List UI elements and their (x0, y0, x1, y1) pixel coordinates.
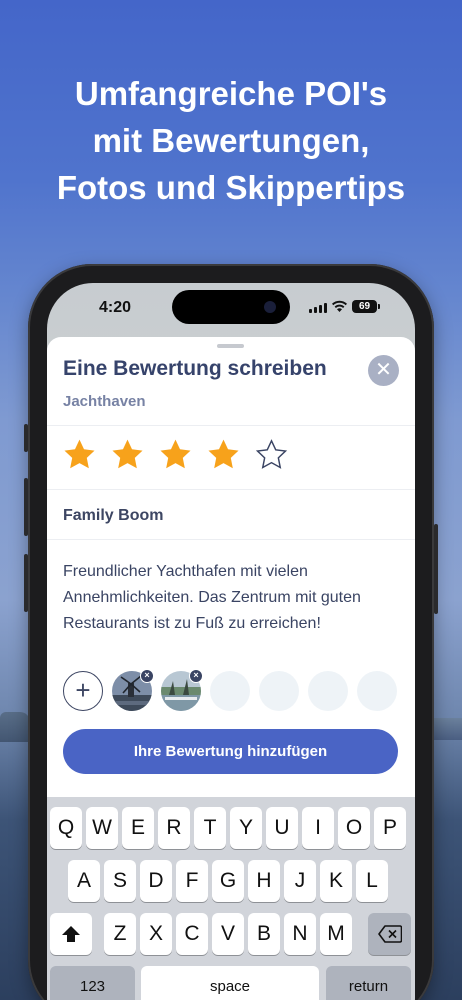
key-u[interactable]: U (266, 807, 298, 849)
star-1-icon[interactable] (62, 437, 97, 472)
volume-up-button (24, 478, 28, 536)
key-n[interactable]: N (284, 913, 316, 955)
return-key[interactable]: return (326, 966, 411, 1000)
star-5-outline-icon[interactable] (254, 437, 289, 472)
keyboard-row-3: Z X C V B N M (47, 913, 415, 955)
key-f[interactable]: F (176, 860, 208, 902)
key-m[interactable]: M (320, 913, 352, 955)
key-x[interactable]: X (140, 913, 172, 955)
headline: Umfangreiche POI's mit Bewertungen, Foto… (0, 70, 462, 211)
power-button (434, 524, 438, 614)
star-4-icon[interactable] (206, 437, 241, 472)
review-sheet: Eine Bewertung schreiben Jachthaven ✕ Fa… (47, 337, 415, 797)
keyboard-row-4: 123 space return (47, 966, 415, 1000)
keyboard-row-2: A S D F G H J K L (47, 860, 415, 902)
key-t[interactable]: T (194, 807, 226, 849)
star-2-icon[interactable] (110, 437, 145, 472)
sheet-grabber[interactable] (217, 344, 244, 348)
key-b[interactable]: B (248, 913, 280, 955)
volume-down-button (24, 554, 28, 612)
shoreline-right (432, 718, 462, 740)
review-text-input[interactable]: Freundlicher Yachthafen mit vielen Anneh… (63, 559, 403, 637)
divider (47, 489, 415, 490)
wifi-icon (332, 300, 347, 312)
remove-photo-icon[interactable]: × (140, 669, 154, 683)
key-d[interactable]: D (140, 860, 172, 902)
key-r[interactable]: R (158, 807, 190, 849)
signal-icon (309, 303, 327, 313)
key-h[interactable]: H (248, 860, 280, 902)
mute-switch (24, 424, 28, 452)
star-rating (62, 437, 289, 472)
dynamic-island (172, 290, 290, 324)
empty-photo-slot[interactable] (210, 671, 250, 711)
key-s[interactable]: S (104, 860, 136, 902)
status-bar: 4:20 69 (47, 283, 415, 333)
numbers-key[interactable]: 123 (50, 966, 135, 1000)
keyboard: Q W E R T Y U I O P A S D F G H J K L Z … (47, 797, 415, 1000)
empty-photo-slot[interactable] (259, 671, 299, 711)
key-y[interactable]: Y (230, 807, 262, 849)
sheet-title: Eine Bewertung schreiben (63, 357, 327, 380)
photo-thumbnail[interactable]: × (112, 669, 154, 711)
submit-review-button[interactable]: Ihre Bewertung hinzufügen (63, 729, 398, 774)
key-l[interactable]: L (356, 860, 388, 902)
battery-tip (378, 304, 380, 309)
poi-name: Jachthaven (63, 393, 146, 410)
key-p[interactable]: P (374, 807, 406, 849)
phone-screen: 4:20 69 Eine Bewertung schreiben Jachtha… (47, 283, 415, 1000)
review-title-input[interactable]: Family Boom (63, 507, 163, 525)
key-i[interactable]: I (302, 807, 334, 849)
key-a[interactable]: A (68, 860, 100, 902)
space-key[interactable]: space (141, 966, 319, 1000)
headline-line-1: Umfangreiche POI's (74, 75, 388, 112)
battery-icon: 69 (352, 300, 377, 313)
key-k[interactable]: K (320, 860, 352, 902)
key-w[interactable]: W (86, 807, 118, 849)
photo-thumbnail[interactable]: × (161, 669, 203, 711)
close-icon[interactable]: ✕ (368, 355, 399, 386)
shoreline-left (0, 712, 30, 742)
add-photo-button[interactable]: + (63, 671, 103, 711)
key-v[interactable]: V (212, 913, 244, 955)
backspace-icon[interactable] (368, 913, 411, 955)
key-q[interactable]: Q (50, 807, 82, 849)
divider (47, 425, 415, 426)
phone-frame: 4:20 69 Eine Bewertung schreiben Jachtha… (24, 264, 438, 1000)
divider (47, 539, 415, 540)
key-c[interactable]: C (176, 913, 208, 955)
empty-photo-slot[interactable] (357, 671, 397, 711)
key-g[interactable]: G (212, 860, 244, 902)
shift-icon[interactable] (50, 913, 92, 955)
keyboard-row-1: Q W E R T Y U I O P (47, 807, 415, 849)
headline-line-3: Fotos und Skippertips (56, 169, 406, 206)
status-time: 4:20 (99, 299, 132, 316)
camera-icon (264, 301, 276, 313)
star-3-icon[interactable] (158, 437, 193, 472)
key-z[interactable]: Z (104, 913, 136, 955)
photo-strip: + × × (63, 669, 397, 711)
key-o[interactable]: O (338, 807, 370, 849)
empty-photo-slot[interactable] (308, 671, 348, 711)
key-e[interactable]: E (122, 807, 154, 849)
key-j[interactable]: J (284, 860, 316, 902)
remove-photo-icon[interactable]: × (189, 669, 203, 683)
headline-line-2: mit Bewertungen, (92, 122, 370, 159)
